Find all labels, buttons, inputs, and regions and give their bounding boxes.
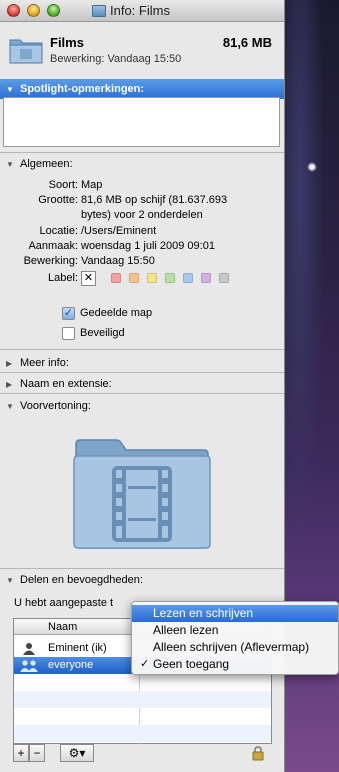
section-more-info-label: Meer info:: [20, 357, 69, 369]
section-more-info[interactable]: ▶ Meer info:: [0, 353, 284, 373]
shared-folder-label: Gedeelde map: [80, 307, 153, 319]
spotlight-comments-field[interactable]: [3, 97, 280, 147]
table-row-empty: [14, 691, 271, 708]
movies-folder-icon: [73, 439, 211, 549]
section-spotlight[interactable]: ▼ Spotlight-opmerkingen:: [0, 79, 284, 99]
folder-icon: [9, 39, 43, 64]
menu-item-label: Lezen en schrijven: [153, 606, 254, 620]
label-color-swatch[interactable]: [219, 273, 229, 283]
title-bar[interactable]: Info: Films: [0, 0, 284, 22]
menu-item-label: Alleen lezen: [153, 623, 219, 637]
modified-label: Bewerking:: [23, 255, 78, 267]
section-spotlight-label: Spotlight-opmerkingen:: [20, 83, 145, 95]
title-group: Info: Films: [92, 3, 170, 18]
section-general[interactable]: ▼ Algemeen:: [0, 154, 284, 174]
divider: [0, 349, 284, 350]
section-name-ext-label: Naam en extensie:: [20, 378, 112, 390]
file-modified-value: Vandaag 15:50: [107, 53, 182, 65]
created-label: Aanmaak:: [28, 240, 78, 252]
disclosure-open-icon: ▼: [6, 84, 14, 94]
remove-user-button[interactable]: −: [29, 744, 45, 762]
menu-item-read-only[interactable]: Alleen lezen: [132, 622, 338, 639]
shared-folder-checkbox[interactable]: ✓: [62, 307, 75, 320]
label-color-swatch[interactable]: [165, 273, 175, 283]
location-value: /Users/Eminent: [81, 225, 157, 237]
window-title: Info: Films: [110, 3, 170, 18]
divider: [0, 152, 284, 153]
section-preview[interactable]: ▼ Voorvertoning:: [0, 396, 284, 416]
row-name: Eminent (ik): [48, 642, 107, 654]
label-color-swatch[interactable]: [147, 273, 157, 283]
file-modified: Bewerking: Vandaag 15:50: [50, 53, 181, 65]
size-label: Grootte:: [38, 194, 78, 206]
label-none-button[interactable]: ✕: [81, 271, 96, 286]
modified-value: Vandaag 15:50: [81, 255, 155, 267]
lock-icon[interactable]: [252, 745, 264, 761]
action-menu-button[interactable]: ⚙▾: [60, 744, 94, 762]
divider: [0, 568, 284, 569]
minimize-button[interactable]: [27, 4, 40, 17]
file-name: Films: [50, 35, 84, 50]
zoom-button[interactable]: [47, 4, 60, 17]
menu-item-write-only[interactable]: Alleen schrijven (Aflevermap): [132, 639, 338, 656]
menu-item-label: Geen toegang: [153, 657, 230, 671]
divider: [0, 372, 284, 373]
disclosure-open-icon: ▼: [6, 159, 14, 169]
section-name-ext[interactable]: ▶ Naam en extensie:: [0, 374, 284, 394]
kind-label: Soort:: [48, 179, 78, 191]
disclosure-open-icon: ▼: [6, 575, 14, 585]
label-color-swatch[interactable]: [183, 273, 193, 283]
user-icon: [23, 643, 35, 655]
star-graphic: [307, 162, 317, 172]
label-label: Label:: [48, 272, 78, 284]
table-toolbar: + − ⚙▾: [13, 744, 272, 764]
file-size: 81,6 MB: [222, 35, 272, 50]
locked-label: Beveiligd: [80, 327, 125, 339]
disclosure-closed-icon: ▶: [6, 379, 13, 389]
menu-item-label: Alleen schrijven (Aflevermap): [153, 640, 310, 654]
section-preview-label: Voorvertoning:: [20, 400, 91, 412]
menu-item-no-access[interactable]: ✓ Geen toegang: [132, 656, 338, 673]
file-modified-label: Bewerking:: [50, 53, 105, 65]
table-row-empty: [14, 725, 271, 742]
divider: [0, 393, 284, 394]
disclosure-closed-icon: ▶: [6, 358, 13, 368]
size-value-line2: bytes) voor 2 onderdelen: [81, 209, 203, 221]
section-sharing[interactable]: ▼ Delen en bevoegdheden:: [0, 570, 284, 590]
column-header-name[interactable]: Naam: [14, 619, 139, 635]
row-name: everyone: [48, 659, 94, 671]
locked-checkbox[interactable]: [62, 327, 75, 340]
folder-icon: [92, 4, 106, 17]
menu-item-read-write[interactable]: Lezen en schrijven: [132, 605, 338, 622]
add-user-button[interactable]: +: [13, 744, 29, 762]
label-color-swatch[interactable]: [129, 273, 139, 283]
location-label: Locatie:: [39, 225, 78, 237]
section-general-label: Algemeen:: [20, 158, 73, 170]
privilege-popup-menu: Lezen en schrijven Alleen lezen Alleen s…: [131, 601, 339, 675]
sharing-notice: U hebt aangepaste t: [14, 597, 114, 609]
size-value-line1: 81,6 MB op schijf (81.637.693: [81, 194, 228, 206]
group-icon: [20, 660, 38, 672]
section-sharing-label: Delen en bevoegdheden:: [20, 574, 143, 586]
kind-value: Map: [81, 179, 103, 191]
label-color-swatch[interactable]: [201, 273, 211, 283]
disclosure-open-icon: ▼: [6, 401, 14, 411]
checkmark-icon: ✓: [140, 658, 150, 670]
created-value: woensdag 1 juli 2009 09:01: [81, 240, 215, 252]
label-color-swatch[interactable]: [111, 273, 121, 283]
close-button[interactable]: [7, 4, 20, 17]
